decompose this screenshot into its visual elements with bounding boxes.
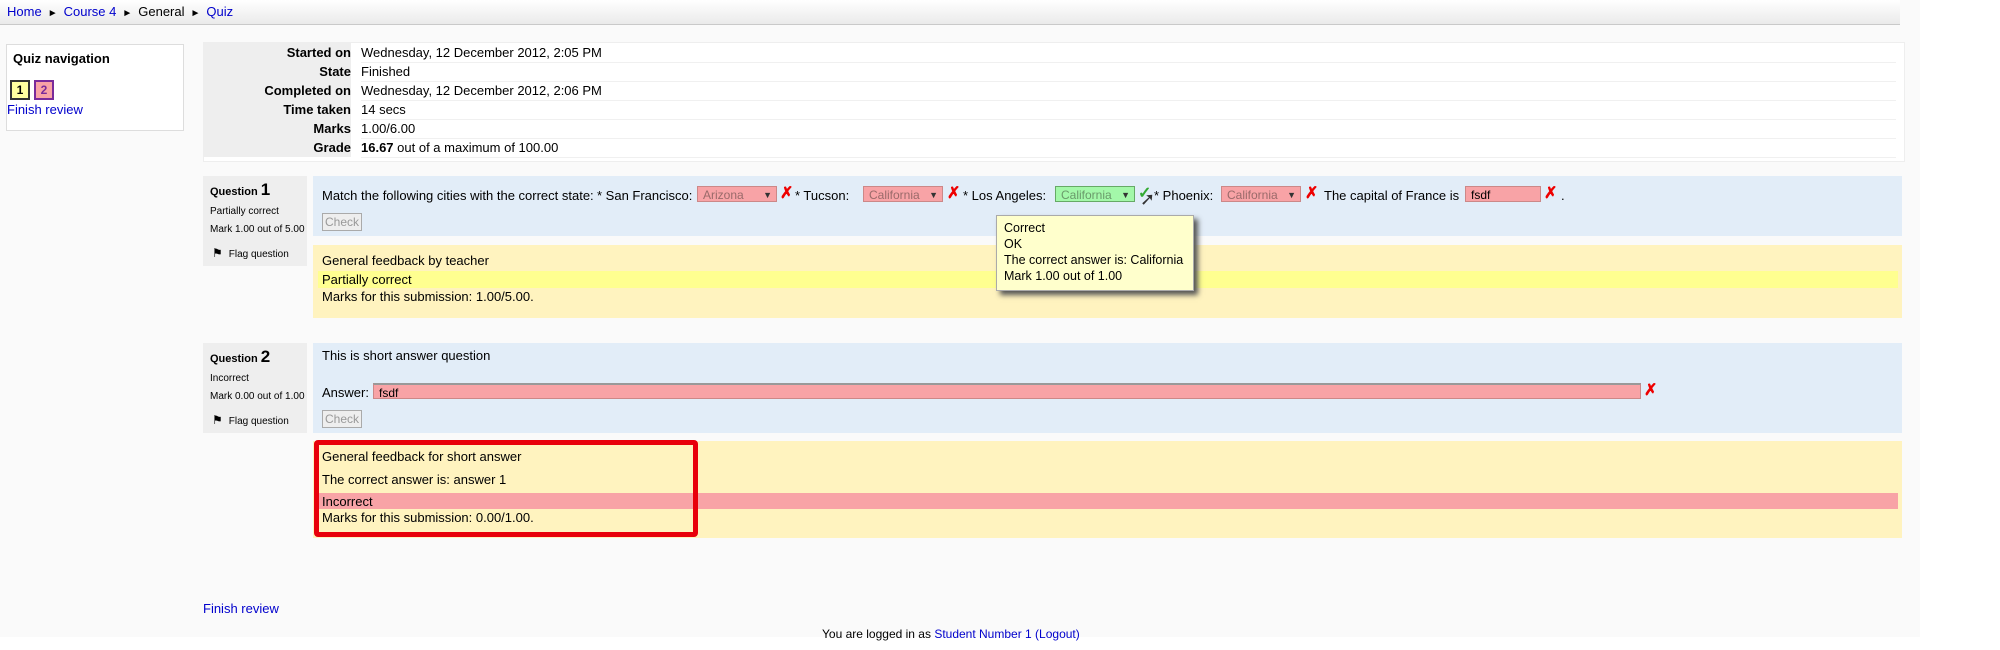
- question-1-mark: Mark 1.00 out of 5.00: [210, 224, 305, 235]
- summary-value: 16.67 out of a maximum of 100.00: [361, 138, 1896, 158]
- outcome-text: Partially correct: [322, 272, 412, 287]
- tooltip-line: Mark 1.00 out of 1.00: [1004, 269, 1123, 283]
- select-value: California: [1227, 188, 1278, 202]
- question-2-info: Question 2 Incorrect Mark 0.00 out of 1.…: [203, 343, 307, 433]
- summary-label: Started on: [204, 43, 351, 62]
- dropdown-arrow-icon: ▼: [1121, 190, 1130, 200]
- login-info: You are logged in as Student Number 1 (L…: [822, 627, 1080, 641]
- incorrect-icon: ✗: [1544, 185, 1558, 202]
- check-button[interactable]: Check: [322, 213, 362, 231]
- dropdown-arrow-icon: ▼: [1287, 190, 1296, 200]
- breadcrumb-quiz[interactable]: Quiz: [206, 4, 233, 19]
- question-1-intro: Match the following cities with the corr…: [322, 188, 594, 203]
- summary-value: Wednesday, 12 December 2012, 2:05 PM: [361, 43, 1896, 63]
- city-los-angeles-label: * Los Angeles:: [963, 188, 1047, 203]
- marks-submission-text: Marks for this submission: 1.00/5.00.: [322, 289, 534, 304]
- question-label: Question: [210, 353, 261, 365]
- select-value: California: [869, 188, 920, 202]
- question-1-info: Question 1 Partially correct Mark 1.00 o…: [203, 176, 307, 266]
- tooltip-line: Correct: [1004, 221, 1045, 235]
- capital-period: .: [1561, 188, 1565, 203]
- mouse-cursor-icon: ➚: [1140, 189, 1156, 209]
- breadcrumb-home[interactable]: Home: [7, 4, 42, 19]
- answer-input[interactable]: fsdf: [373, 383, 1641, 400]
- quiz-nav-button-1[interactable]: 1: [10, 80, 30, 100]
- dropdown-arrow-icon: ▼: [929, 190, 938, 200]
- flag-icon: ⚑: [212, 413, 223, 427]
- answer-label: Answer:: [322, 385, 369, 400]
- question-label: Question: [210, 186, 261, 198]
- flag-question-label: Flag question: [228, 249, 289, 260]
- grade-max: out of a maximum of 100.00: [393, 140, 559, 155]
- question-2-state: Incorrect: [210, 373, 249, 384]
- logout-link[interactable]: (Logout): [1035, 627, 1080, 641]
- summary-row: State Finished: [204, 62, 1904, 82]
- breadcrumb-separator: ►: [122, 8, 133, 19]
- logged-in-text: You are logged in as: [822, 627, 935, 641]
- summary-label: Time taken: [204, 100, 351, 119]
- tucson-select[interactable]: California ▼: [863, 186, 943, 202]
- capital-question-text: The capital of France is: [1324, 188, 1460, 203]
- breadcrumb-general: General: [138, 4, 185, 19]
- question-2-text: This is short answer question: [322, 348, 491, 363]
- summary-label: Marks: [204, 119, 351, 138]
- summary-label: Grade: [204, 138, 351, 157]
- quiz-navigation-title: Quiz navigation: [13, 51, 110, 66]
- quiz-navigation-block: Quiz navigation 1 2 Finish review: [6, 44, 184, 131]
- flag-icon: ⚑: [212, 246, 223, 260]
- summary-row: Completed on Wednesday, 12 December 2012,…: [204, 81, 1904, 101]
- question-1-number: Question 1: [210, 180, 270, 200]
- finish-review-link-bottom[interactable]: Finish review: [203, 601, 279, 616]
- grade-value: 16.67: [361, 140, 394, 155]
- incorrect-icon: ✗: [1644, 382, 1658, 399]
- check-button[interactable]: Check: [322, 410, 362, 428]
- city-phoenix-label: * Phoenix:: [1154, 188, 1214, 203]
- question-number: 2: [260, 347, 271, 366]
- question-1-state: Partially correct: [210, 206, 279, 217]
- summary-row: Time taken 14 secs: [204, 100, 1904, 120]
- breadcrumb-separator: ►: [47, 8, 58, 19]
- capital-answer-input[interactable]: fsdf: [1465, 186, 1541, 202]
- breadcrumb-separator: ►: [190, 8, 201, 19]
- navbar: Home ► Course 4 ► General ► Quiz: [0, 0, 1900, 25]
- city-tucson-label: * Tucson:: [795, 188, 850, 203]
- question-2-number: Question 2: [210, 347, 270, 367]
- question-number: 1: [260, 180, 271, 199]
- quiz-nav-button-2[interactable]: 2: [34, 80, 54, 100]
- summary-value: 1.00/6.00: [361, 119, 1896, 139]
- flag-question-button[interactable]: ⚑ Flag question: [212, 413, 289, 427]
- tooltip-line: The correct answer is: California: [1004, 253, 1184, 267]
- los-angeles-select[interactable]: California ▼: [1055, 186, 1135, 202]
- annotation-highlight-box: [314, 440, 698, 537]
- summary-label: Completed on: [204, 81, 351, 100]
- summary-label: State: [204, 62, 351, 81]
- general-feedback-text: General feedback by teacher: [322, 253, 489, 268]
- dropdown-arrow-icon: ▼: [763, 190, 772, 200]
- incorrect-icon: ✗: [947, 185, 961, 202]
- breadcrumb-course[interactable]: Course 4: [64, 4, 117, 19]
- user-profile-link[interactable]: Student Number 1: [934, 627, 1031, 641]
- flag-question-label: Flag question: [228, 416, 289, 427]
- incorrect-icon: ✗: [1305, 185, 1319, 202]
- flag-question-button[interactable]: ⚑ Flag question: [212, 246, 289, 260]
- summary-row: Marks 1.00/6.00: [204, 119, 1904, 139]
- summary-row: Grade 16.67 out of a maximum of 100.00: [204, 138, 1904, 158]
- question-2-content: This is short answer question Answer: fs…: [313, 343, 1902, 433]
- incorrect-icon: ✗: [780, 185, 794, 202]
- city-san-francisco-label: * San Francisco:: [597, 188, 693, 203]
- phoenix-select[interactable]: California ▼: [1221, 186, 1301, 202]
- finish-review-link[interactable]: Finish review: [7, 102, 83, 117]
- feedback-tooltip: Correct OK The correct answer is: Califo…: [996, 215, 1194, 291]
- summary-value: 14 secs: [361, 100, 1896, 120]
- breadcrumb: Home ► Course 4 ► General ► Quiz: [7, 4, 233, 19]
- summary-value: Wednesday, 12 December 2012, 2:06 PM: [361, 81, 1896, 101]
- quiz-summary-table: Started on Wednesday, 12 December 2012, 2…: [203, 42, 1905, 162]
- san-francisco-select[interactable]: Arizona ▼: [697, 186, 777, 202]
- select-value: California: [1061, 188, 1112, 202]
- tooltip-line: OK: [1004, 237, 1023, 251]
- question-2-mark: Mark 0.00 out of 1.00: [210, 391, 305, 402]
- summary-row: Started on Wednesday, 12 December 2012, 2…: [204, 43, 1904, 63]
- select-value: Arizona: [703, 188, 744, 202]
- summary-value: Finished: [361, 62, 1896, 82]
